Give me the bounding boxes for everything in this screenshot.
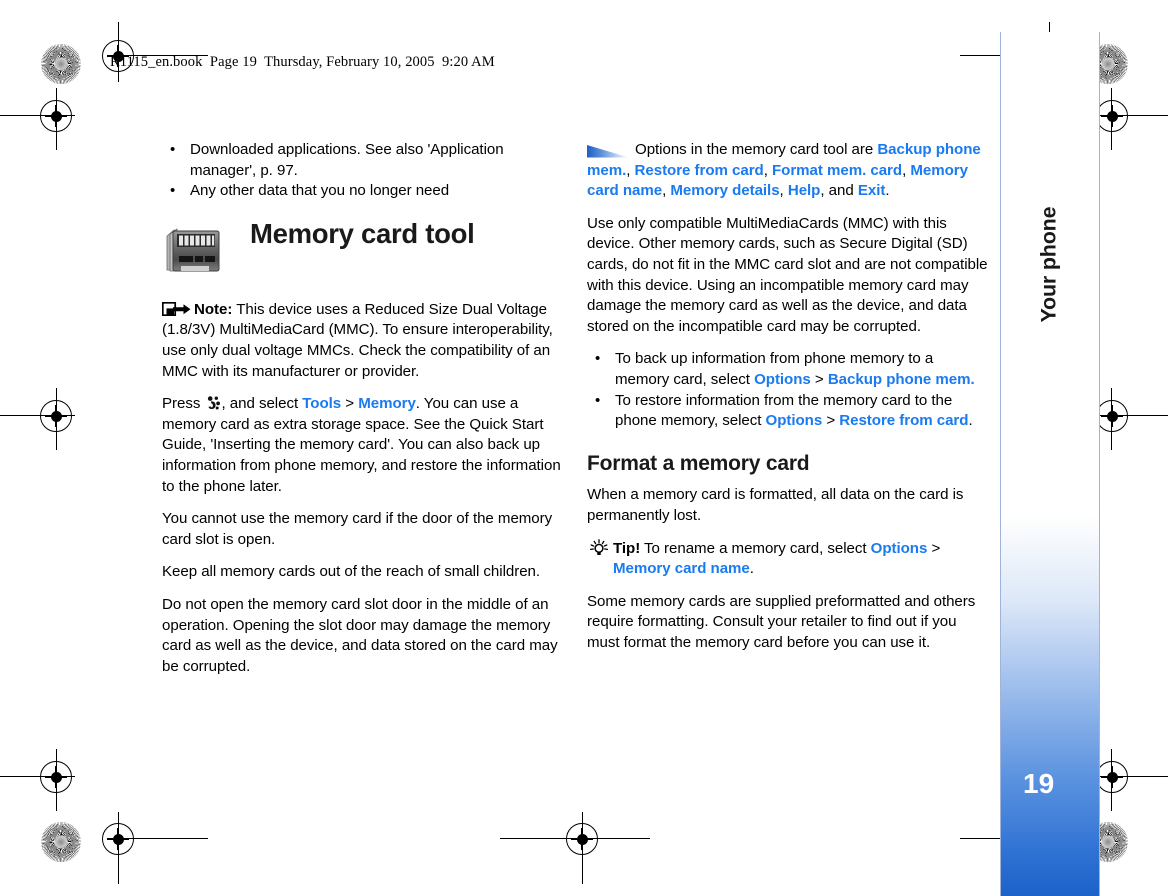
ui-memory-card-name: Memory card name [613,560,750,578]
action-bullet-list: • To back up information from phone memo… [587,349,989,431]
paragraph-do-not-open-slot: Do not open the memory card slot door in… [162,595,558,675]
chapter-sidebar: Your phone 19 [1000,32,1100,896]
memory-card-tool-heading-block: Memory card tool [162,217,564,278]
ui-exit: Exit [857,182,886,200]
menu-key-icon [207,396,220,410]
crop-line-right-lower-h [1092,415,1168,417]
options-conjunction: and [828,182,854,200]
paragraph-compatibility: Use only compatible MultiMediaCards (MMC… [587,214,988,335]
lightbulb-icon [589,538,609,555]
crop-line-left-upper-h [0,115,75,117]
ui-memory-details: Memory details [670,182,780,200]
press-middle: , and select [221,395,303,413]
crop-line-left-bottom-v [56,749,58,811]
paragraph-preformatted: Some memory cards are supplied preformat… [587,592,976,651]
right-column: Options in the memory card tool are Back… [587,140,989,665]
crop-line-right-bottom-h [1092,776,1168,778]
crop-line-left-bottom-h [0,776,75,778]
memory-card-icon [166,228,220,272]
options-callout-prefix: Options in the memory card tool are [635,141,878,158]
bullet-icon: • [595,350,601,368]
crop-line-left-upper-v [56,88,58,150]
path-separator: > [931,539,941,557]
paragraph-keep-out-of-reach: Keep all memory cards out of the reach o… [162,563,541,581]
bullet-icon: • [595,391,601,409]
book-header-line: R1115_en.book Page 19 Thursday, February… [110,54,495,70]
ui-help: Help [787,182,821,200]
ui-options: Options [870,539,928,557]
list-item-text: Downloaded applications. See also 'Appli… [190,141,504,179]
options-callout: Options in the memory card tool are Back… [587,141,981,200]
paragraph-format-warning: When a memory card is formatted, all dat… [587,486,964,524]
crop-line-top-left-v [118,22,120,82]
page-title: Memory card tool [250,217,475,249]
triangle-pointer-icon [587,145,629,158]
page-number: 19 [1023,768,1055,799]
chapter-title: Your phone [1036,206,1061,323]
crop-line-bottom-left-v [118,812,120,884]
intro-bullet-list: • Downloaded applications. See also 'App… [162,140,564,202]
note-callout: Note: This device uses a Reduced Size Du… [162,300,564,382]
ui-backup-phone-mem: Backup phone mem. [827,370,975,388]
crop-line-left-lower-h [0,415,75,417]
options-callout-suffix: . [885,182,890,200]
ui-options: Options [754,370,811,388]
list-item: • Any other data that you no longer need [162,181,564,202]
crop-line-bottom-center-v [582,812,584,884]
path-separator: > [345,395,355,413]
paragraph-card-slot-open: You cannot use the memory card if the do… [162,510,553,548]
bullet-icon: • [170,182,176,200]
tip-callout: Tip! To rename a memory card, select Opt… [587,538,989,580]
list-item: • To restore information from the memory… [587,391,989,432]
crop-line-left-lower-v [56,388,58,450]
left-column: • Downloaded applications. See also 'App… [162,140,564,689]
path-separator: > [814,370,824,388]
ui-path-memory: Memory [358,395,416,413]
path-separator: > [826,412,836,430]
ui-restore-from-card: Restore from card [839,412,969,430]
crop-line-right-upper-v [1111,88,1113,150]
crop-line-right-bottom-v [1111,749,1113,811]
ui-restore-from-card: Restore from card [634,161,764,179]
press-prefix: Press [162,395,201,413]
list-item: • Downloaded applications. See also 'App… [162,140,564,181]
list-item-text: Any other data that you no longer need [190,182,450,200]
note-arrow-icon [162,301,191,316]
section-heading-format: Format a memory card [587,451,810,475]
tip-prefix: To rename a memory card, select [640,539,871,557]
note-label: Note: [194,300,233,318]
list-item: • To back up information from phone memo… [587,349,989,390]
bullet-icon: • [170,141,176,158]
tip-suffix: . [749,560,754,578]
ui-format-mem-card: Format mem. card [772,161,903,179]
crop-line-bottom-center-h [500,838,650,840]
press-paragraph: Press , and select Tools > Memory. You c… [162,394,564,497]
ui-options: Options [765,412,823,430]
crop-line-right-lower-v [1111,388,1113,450]
density-rosette-top-left [41,44,81,84]
ui-path-tools: Tools [302,395,342,413]
crop-line-right-upper-h [1092,115,1168,117]
crop-line-bottom-left-h [118,838,208,840]
tip-label: Tip! [613,539,641,557]
density-rosette-bottom-left [41,822,81,862]
bullet-suffix: . [968,412,973,430]
